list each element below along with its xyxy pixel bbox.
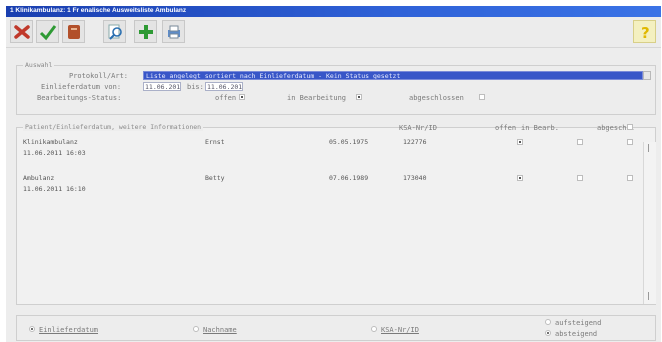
print-button[interactable] <box>162 20 185 43</box>
sort-ascending-label: aufsteigend <box>555 319 602 327</box>
application-window: 1 Klinikambulanz: 1 Fr enalische Ausweit… <box>6 6 661 342</box>
protokoll-label: Protokoll/Art: <box>69 72 129 80</box>
patient-list: Patient/Einlieferdatum, weitere Informat… <box>16 123 656 305</box>
search-icon <box>108 24 122 40</box>
sort-group: Einlieferdatum Nachname KSA-Nr/ID aufste… <box>16 315 656 341</box>
svg-text:?: ? <box>641 24 650 41</box>
status-in-bearbeitung-label: in Bearbeitung <box>287 94 347 102</box>
sort-ascending-radio[interactable] <box>545 319 551 325</box>
row-datetime: 11.06.2011 16:10 <box>23 185 86 193</box>
help-icon: ? <box>641 24 650 41</box>
status-in-bearbeitung-checkbox[interactable] <box>356 94 362 100</box>
add-button[interactable] <box>134 20 157 43</box>
window-title: 1 Klinikambulanz: 1 Fr enalische Ausweit… <box>10 7 187 14</box>
sort-einlieferdatum-label[interactable]: Einlieferdatum <box>39 326 98 334</box>
protokoll-select[interactable]: Liste angelegt sortiert nach Einlieferda… <box>143 71 643 80</box>
table-row[interactable]: Klinikambulanz 11.06.2011 16:03 Ernst 05… <box>17 128 637 168</box>
sort-id-label[interactable]: KSA-Nr/ID <box>381 326 419 334</box>
title-bar: 1 Klinikambulanz: 1 Fr enalische Ausweit… <box>6 6 661 17</box>
row-name: Klinikambulanz <box>23 138 78 146</box>
row-in-bearbeitung-checkbox[interactable] <box>577 175 583 181</box>
scroll-down-icon[interactable] <box>648 292 649 300</box>
auswahl-group: Auswahl Protokoll/Art: Liste angelegt so… <box>16 61 656 115</box>
date-to-field[interactable]: 11.06.2011 <box>205 82 243 91</box>
table-row[interactable]: Ambulanz 11.06.2011 16:10 Betty 07.06.19… <box>17 168 637 198</box>
accept-button[interactable] <box>36 20 59 43</box>
row-datetime: 11.06.2011 16:03 <box>23 149 86 157</box>
row-dob: 07.06.1989 <box>329 174 369 182</box>
einlieferdatum-label: Einlieferdatum von: <box>41 83 122 91</box>
row-firstname: Ernst <box>205 138 225 146</box>
bis-label: bis: <box>187 83 204 91</box>
status-offen-label: offen <box>215 94 237 102</box>
dropdown-arrow-icon[interactable] <box>643 71 651 80</box>
scroll-up-icon[interactable] <box>648 144 649 152</box>
auswahl-legend: Auswahl <box>23 61 55 69</box>
row-abgeschlossen-checkbox[interactable] <box>627 175 633 181</box>
sort-einlieferdatum-radio[interactable] <box>29 326 35 332</box>
row-id: 122776 <box>403 138 427 146</box>
status-label: Bearbeitungs-Status: <box>37 94 122 102</box>
sort-descending-radio[interactable] <box>545 330 551 336</box>
date-from-field[interactable]: 11.06.2011 <box>143 82 181 91</box>
toolbar: ? <box>6 17 661 48</box>
search-button[interactable] <box>103 20 126 43</box>
row-name: Ambulanz <box>23 174 55 182</box>
printer-icon <box>167 25 180 38</box>
row-firstname: Betty <box>205 174 225 182</box>
row-dob: 05.05.1975 <box>329 138 369 146</box>
status-abgeschlossen-checkbox[interactable] <box>479 94 485 100</box>
cancel-icon <box>13 24 30 39</box>
row-in-bearbeitung-checkbox[interactable] <box>577 139 583 145</box>
plus-icon <box>138 24 153 39</box>
row-offen-checkbox[interactable] <box>517 139 523 145</box>
sort-nachname-label[interactable]: Nachname <box>203 326 237 334</box>
row-id: 173040 <box>403 174 427 182</box>
row-abgeschlossen-checkbox[interactable] <box>627 139 633 145</box>
book-icon <box>67 24 80 39</box>
checkmark-icon <box>39 24 56 40</box>
sort-nachname-radio[interactable] <box>193 326 199 332</box>
help-button[interactable]: ? <box>633 20 656 43</box>
vertical-scrollbar[interactable] <box>643 142 656 304</box>
cancel-button[interactable] <box>10 20 33 43</box>
status-offen-checkbox[interactable] <box>239 94 245 100</box>
row-offen-checkbox[interactable] <box>517 175 523 181</box>
status-abgeschlossen-label: abgeschlossen <box>409 94 464 102</box>
sort-id-radio[interactable] <box>371 326 377 332</box>
sort-descending-label: absteigend <box>555 330 598 338</box>
book-button[interactable] <box>62 20 85 43</box>
